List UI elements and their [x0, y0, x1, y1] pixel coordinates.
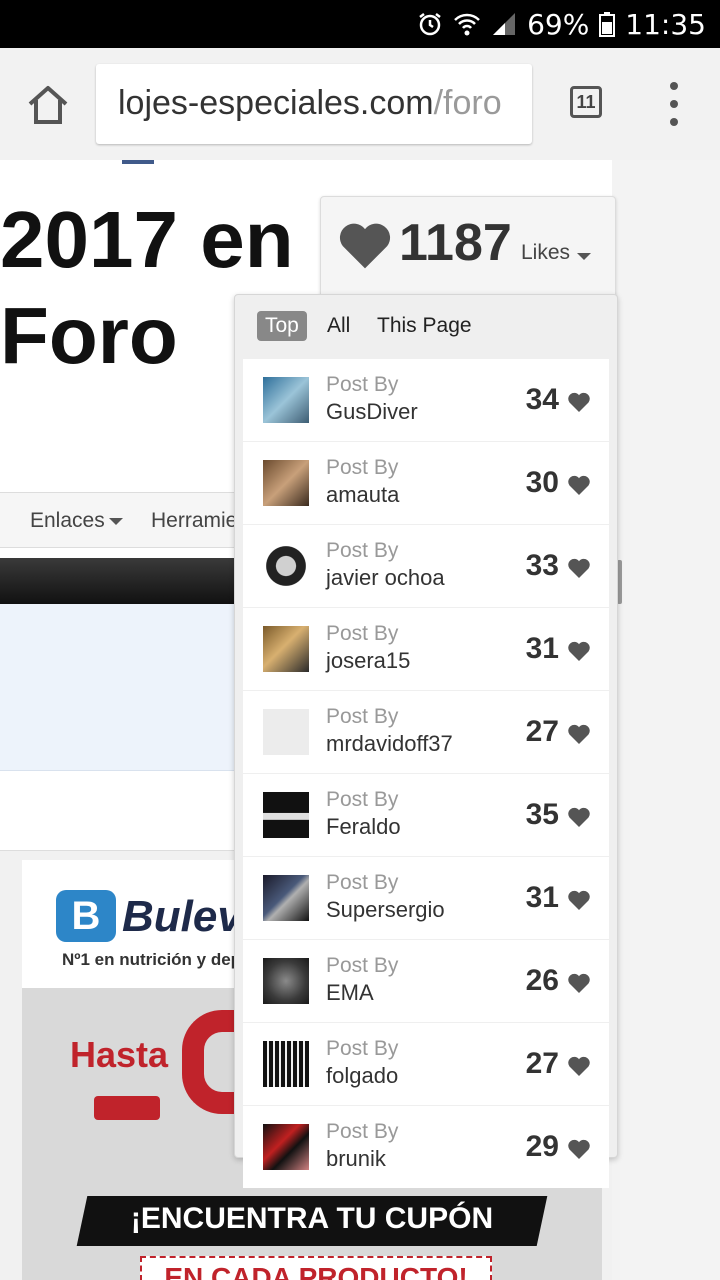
heart-icon: [567, 972, 591, 994]
like-count: 26: [525, 964, 559, 997]
post-by-label: Post By: [326, 1037, 399, 1060]
list-item[interactable]: Post By Feraldo 35: [243, 774, 609, 856]
username-link[interactable]: GusDiver: [326, 399, 418, 425]
post-by-label: Post By: [326, 456, 399, 479]
username-link[interactable]: amauta: [326, 482, 399, 508]
web-page: 2017 en Foro Enlaces Herramie B Bulev Nº…: [0, 160, 720, 1280]
likes-tabs: Top All This Page: [235, 295, 617, 357]
home-icon[interactable]: [22, 80, 74, 130]
likes-label: Likes: [521, 241, 571, 264]
username-link[interactable]: brunik: [326, 1146, 386, 1172]
post-by-label: Post By: [326, 705, 399, 728]
username-link[interactable]: Supersergio: [326, 897, 445, 923]
ad-logo: B: [56, 890, 116, 942]
post-by-label: Post By: [326, 539, 399, 562]
list-item[interactable]: Post By GusDiver 34: [243, 359, 609, 441]
clock: 11:35: [625, 7, 706, 41]
avatar[interactable]: [263, 1124, 309, 1170]
heart-icon: [567, 391, 591, 413]
wifi-icon: [453, 11, 481, 37]
heart-icon: [567, 806, 591, 828]
username-link[interactable]: javier ochoa: [326, 565, 445, 591]
list-item[interactable]: Post By mrdavidoff37 27: [243, 691, 609, 773]
heart-icon: [567, 889, 591, 911]
like-count: 29: [525, 1130, 559, 1163]
alarm-icon: [417, 11, 443, 37]
avatar[interactable]: [263, 958, 309, 1004]
list-item[interactable]: Post By Supersergio 31: [243, 857, 609, 939]
list-item[interactable]: Post By folgado 27: [243, 1023, 609, 1105]
like-count: 31: [525, 632, 559, 665]
post-by-label: Post By: [326, 622, 399, 645]
browser-toolbar: lojes-especiales.com/foro 11: [0, 48, 720, 161]
overflow-menu-icon[interactable]: [660, 82, 688, 126]
username-link[interactable]: Feraldo: [326, 814, 401, 840]
avatar[interactable]: [263, 626, 309, 672]
like-count: 27: [525, 715, 559, 748]
ad-brand: Bulev: [122, 892, 242, 941]
username-link[interactable]: folgado: [326, 1063, 398, 1089]
like-count: 31: [525, 881, 559, 914]
ad-banner-text: ¡ENCUENTRA TU CUPÓN: [130, 1202, 494, 1235]
page-accent-bar: [122, 160, 154, 164]
avatar[interactable]: [263, 377, 309, 423]
post-by-label: Post By: [326, 788, 399, 811]
likes-count: 1187: [399, 214, 512, 272]
tab-all[interactable]: All: [327, 311, 350, 341]
tab-switcher-button[interactable]: 11: [570, 86, 602, 118]
ad-red-shape: [94, 1096, 160, 1120]
heart-icon: [567, 640, 591, 662]
avatar[interactable]: [263, 1041, 309, 1087]
heart-icon: [567, 1138, 591, 1160]
list-item[interactable]: Post By EMA 26: [243, 940, 609, 1022]
ad-hasta: Hasta: [70, 1034, 169, 1075]
nav-herramientas[interactable]: Herramie: [151, 509, 237, 533]
avatar[interactable]: [263, 875, 309, 921]
post-by-label: Post By: [326, 373, 399, 396]
list-item[interactable]: Post By josera15 31: [243, 608, 609, 690]
heart-icon: [567, 1055, 591, 1077]
like-count: 33: [525, 549, 559, 582]
chevron-down-icon: [108, 517, 123, 525]
signal-icon: [491, 11, 517, 37]
page-right-margin: [612, 160, 720, 1280]
heart-icon: [567, 557, 591, 579]
avatar[interactable]: [263, 460, 309, 506]
username-link[interactable]: josera15: [326, 648, 410, 674]
heart-icon: [567, 723, 591, 745]
post-by-label: Post By: [326, 954, 399, 977]
username-link[interactable]: EMA: [326, 980, 374, 1006]
likes-dropdown: Top All This Page Post By GusDiver 34 Post …: [234, 294, 618, 1188]
ad-tagline: Nº1 en nutrición y dep: [62, 950, 242, 969]
battery-percent: 69%: [527, 7, 590, 41]
nav-enlaces[interactable]: Enlaces: [30, 509, 123, 533]
tab-top[interactable]: Top: [257, 311, 307, 341]
likes-button[interactable]: 1187 Likes: [320, 196, 616, 298]
like-count: 35: [525, 798, 559, 831]
url-path: /foro: [433, 84, 502, 122]
like-count: 30: [525, 466, 559, 499]
battery-icon: [599, 11, 616, 37]
list-item[interactable]: Post By brunik 29: [243, 1106, 609, 1188]
like-count: 27: [525, 1047, 559, 1080]
avatar[interactable]: [263, 792, 309, 838]
likes-list: Post By GusDiver 34 Post By amauta 30 Post By j…: [243, 359, 609, 1189]
chevron-down-icon: [577, 253, 591, 260]
like-count: 34: [525, 383, 559, 416]
url-domain: lojes-especiales.com: [118, 84, 434, 122]
address-bar[interactable]: lojes-especiales.com/foro: [96, 64, 532, 144]
post-by-label: Post By: [326, 1120, 399, 1143]
ad-coupon-text: EN CADA PRODUCTO!: [140, 1256, 492, 1280]
avatar[interactable]: [263, 543, 309, 589]
heart-icon: [567, 474, 591, 496]
avatar[interactable]: [263, 709, 309, 755]
username-link[interactable]: mrdavidoff37: [326, 731, 453, 757]
list-item[interactable]: Post By amauta 30: [243, 442, 609, 524]
heart-icon: [339, 223, 391, 269]
list-item[interactable]: Post By javier ochoa 33: [243, 525, 609, 607]
status-bar: 69% 11:35: [0, 0, 720, 48]
post-by-label: Post By: [326, 871, 399, 894]
tab-this-page[interactable]: This Page: [377, 311, 472, 341]
